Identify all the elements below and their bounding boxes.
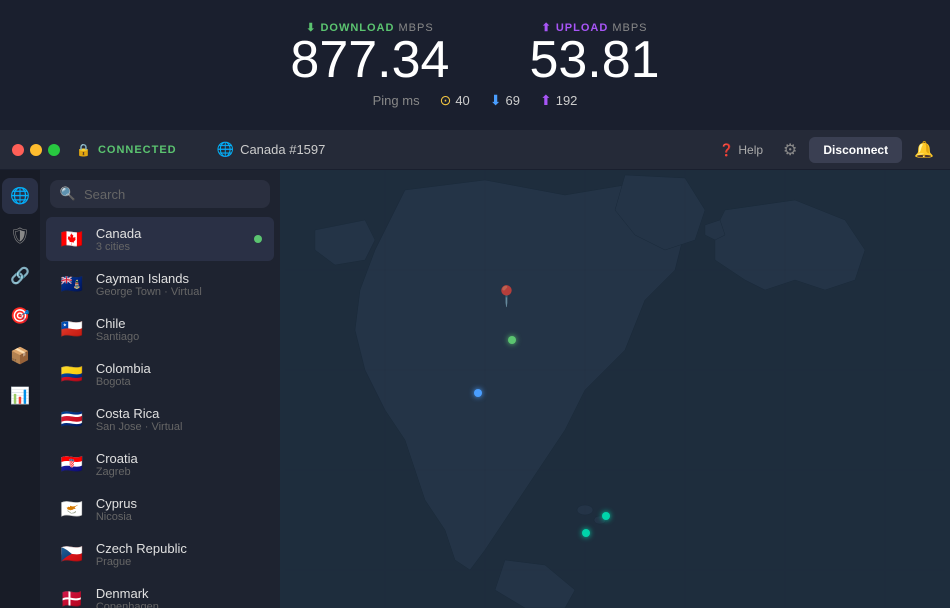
server-info: Costa Rica San Jose · Virtual — [96, 406, 262, 433]
nav-stats-icon[interactable]: 📊 — [2, 378, 38, 414]
traffic-lights — [12, 144, 60, 156]
country-flag: 🇨🇱 — [58, 315, 86, 343]
server-detail: San Jose · Virtual — [96, 421, 262, 433]
search-box[interactable]: 🔍 — [50, 180, 270, 208]
country-flag: 🇭🇷 — [58, 450, 86, 478]
maximize-button[interactable] — [48, 144, 60, 156]
bell-icon[interactable]: 🔔 — [910, 136, 938, 164]
country-flag: 🇩🇰 — [58, 585, 86, 608]
globe-icon: 🌐 — [217, 141, 234, 158]
server-item[interactable]: 🇨🇾 Cyprus Nicosia — [46, 487, 274, 531]
canada-pin: 📍 — [494, 284, 519, 309]
server-country: Chile — [96, 316, 262, 331]
nav-shield-icon[interactable]: 🛡 — [2, 218, 38, 254]
nav-layers-icon[interactable]: 📦 — [2, 338, 38, 374]
ping-gold-icon: ⊙ — [440, 92, 452, 109]
minimize-button[interactable] — [30, 144, 42, 156]
connected-badge: 🔒 CONNECTED — [76, 143, 177, 157]
main-layout: 🌐 🛡 🔗 🎯 📦 📊 🔍 🇨🇦 Canada 3 cities � — [0, 170, 950, 608]
server-info: Denmark Copenhagen — [96, 586, 262, 608]
title-actions: ❓ Help ⚙ Disconnect 🔔 — [711, 136, 938, 164]
map-area: 📍 — [280, 170, 950, 608]
server-list: 🇨🇦 Canada 3 cities 🇰🇾 Cayman Islands Geo… — [40, 216, 280, 608]
country-flag: 🇨🇿 — [58, 540, 86, 568]
download-group: ⬇ DOWNLOAD Mbps 877.34 — [290, 21, 449, 86]
upload-group: ⬆ UPLOAD Mbps 53.81 — [529, 21, 659, 86]
lock-icon: 🔒 — [76, 143, 92, 157]
ping-down-icon: ⬇ — [490, 92, 502, 109]
server-info: Cyprus Nicosia — [96, 496, 262, 523]
country-flag: 🇰🇾 — [58, 270, 86, 298]
server-detail: 3 cities — [96, 241, 244, 253]
server-info: Czech Republic Prague — [96, 541, 262, 568]
server-item[interactable]: 🇰🇾 Cayman Islands George Town · Virtual — [46, 262, 274, 306]
server-detail: Zagreb — [96, 466, 262, 478]
help-button[interactable]: ❓ Help — [711, 139, 771, 161]
search-input[interactable] — [84, 187, 260, 202]
server-country: Croatia — [96, 451, 262, 466]
upload-value: 53.81 — [529, 34, 659, 86]
country-flag: 🇨🇦 — [58, 225, 86, 253]
nav-mesh-icon[interactable]: 🔗 — [2, 258, 38, 294]
ping-gold: ⊙ 40 — [440, 92, 470, 109]
server-country: Cyprus — [96, 496, 262, 511]
ping-down: ⬇ 69 — [490, 92, 520, 109]
server-info: Colombia Bogota — [96, 361, 262, 388]
ping-row: Ping ms ⊙ 40 ⬇ 69 ⬆ 192 — [373, 92, 578, 109]
ping-up: ⬆ 192 — [540, 92, 577, 109]
server-country: Colombia — [96, 361, 262, 376]
stats-bar: ⬇ DOWNLOAD Mbps 877.34 ⬆ UPLOAD Mbps 53.… — [0, 0, 950, 130]
server-item[interactable]: 🇨🇿 Czech Republic Prague — [46, 532, 274, 576]
server-detail: Nicosia — [96, 511, 262, 523]
settings-icon[interactable]: ⚙ — [779, 136, 801, 164]
speed-row: ⬇ DOWNLOAD Mbps 877.34 ⬆ UPLOAD Mbps 53.… — [290, 21, 659, 86]
server-name: 🌐 Canada #1597 — [217, 141, 326, 158]
server-info: Canada 3 cities — [96, 226, 244, 253]
nav-servers-icon[interactable]: 🌐 — [2, 178, 38, 214]
country-flag: 🇨🇴 — [58, 360, 86, 388]
active-indicator — [254, 235, 262, 243]
server-country: Costa Rica — [96, 406, 262, 421]
ping-up-icon: ⬆ — [540, 92, 552, 109]
server-item[interactable]: 🇨🇦 Canada 3 cities — [46, 217, 274, 261]
server-country: Canada — [96, 226, 244, 241]
server-detail: George Town · Virtual — [96, 286, 262, 298]
close-button[interactable] — [12, 144, 24, 156]
disconnect-button[interactable]: Disconnect — [809, 137, 902, 163]
ping-label: Ping ms — [373, 93, 420, 108]
server-list-area: 🔍 🇨🇦 Canada 3 cities 🇰🇾 Cayman Islands G… — [40, 170, 280, 608]
sidebar: 🌐 🛡 🔗 🎯 📦 📊 🔍 🇨🇦 Canada 3 cities � — [0, 170, 280, 608]
server-info: Croatia Zagreb — [96, 451, 262, 478]
world-map — [280, 170, 950, 608]
server-info: Chile Santiago — [96, 316, 262, 343]
sidebar-nav: 🌐 🛡 🔗 🎯 📦 📊 — [0, 170, 40, 608]
country-flag: 🇨🇾 — [58, 495, 86, 523]
server-item[interactable]: 🇨🇴 Colombia Bogota — [46, 352, 274, 396]
map-dot — [582, 529, 590, 537]
nav-target-icon[interactable]: 🎯 — [2, 298, 38, 334]
download-value: 877.34 — [290, 34, 449, 86]
server-item[interactable]: 🇨🇷 Costa Rica San Jose · Virtual — [46, 397, 274, 441]
server-item[interactable]: 🇭🇷 Croatia Zagreb — [46, 442, 274, 486]
server-item[interactable]: 🇨🇱 Chile Santiago — [46, 307, 274, 351]
sidebar-with-nav: 🌐 🛡 🔗 🎯 📦 📊 🔍 🇨🇦 Canada 3 cities � — [0, 170, 280, 608]
search-icon: 🔍 — [60, 186, 76, 202]
server-info: Cayman Islands George Town · Virtual — [96, 271, 262, 298]
server-country: Czech Republic — [96, 541, 262, 556]
server-country: Cayman Islands — [96, 271, 262, 286]
server-detail: Santiago — [96, 331, 262, 343]
map-dot — [602, 512, 610, 520]
server-item[interactable]: 🇩🇰 Denmark Copenhagen — [46, 577, 274, 608]
server-detail: Prague — [96, 556, 262, 568]
server-detail: Copenhagen — [96, 601, 262, 608]
title-bar: 🔒 CONNECTED 🌐 Canada #1597 ❓ Help ⚙ Disc… — [0, 130, 950, 170]
server-country: Denmark — [96, 586, 262, 601]
server-detail: Bogota — [96, 376, 262, 388]
help-icon: ❓ — [719, 143, 734, 157]
country-flag: 🇨🇷 — [58, 405, 86, 433]
